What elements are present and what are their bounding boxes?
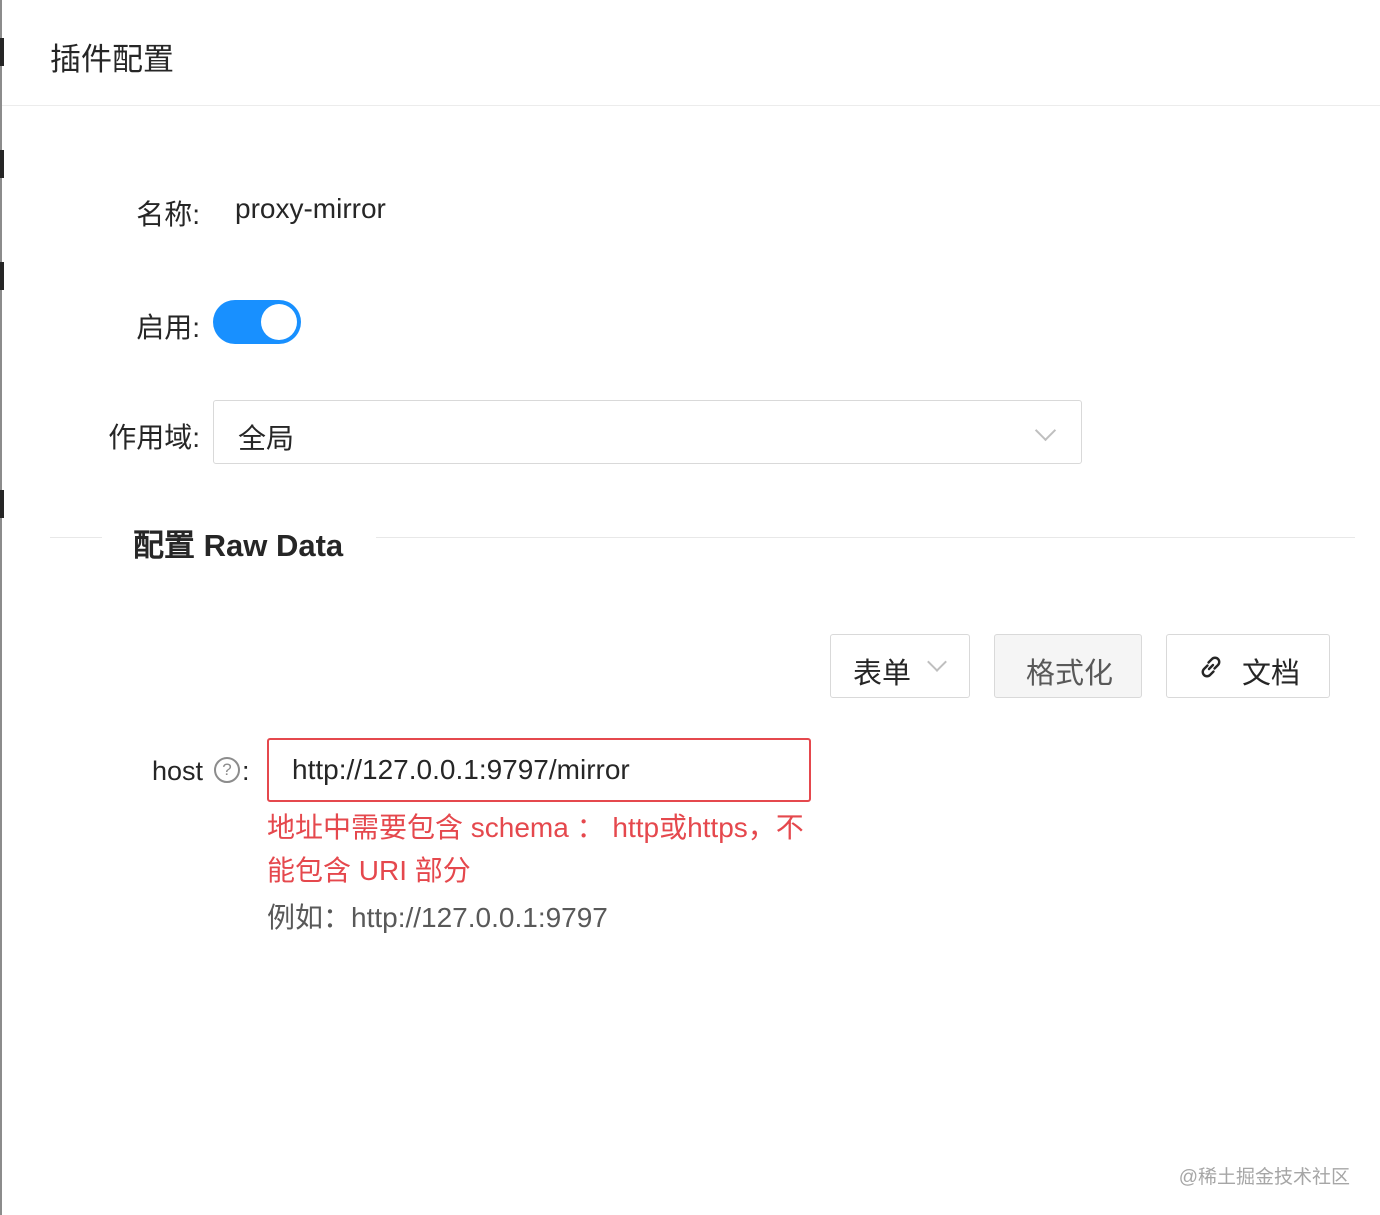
- background-edge-mark: [0, 262, 4, 290]
- drawer-title: 插件配置: [50, 42, 174, 77]
- format-button[interactable]: 格式化: [994, 634, 1142, 698]
- docs-button[interactable]: 文档: [1166, 634, 1330, 698]
- enable-label-row: 启用:: [136, 312, 200, 343]
- mode-button-label: 表单: [853, 658, 912, 690]
- question-circle-icon[interactable]: ?: [214, 757, 240, 783]
- host-label-colon: :: [242, 756, 250, 786]
- host-input[interactable]: [267, 738, 811, 802]
- link-icon: [1201, 656, 1221, 678]
- section-divider-left: [50, 537, 102, 538]
- mode-select-button[interactable]: 表单: [830, 634, 970, 698]
- name-label-row: 名称:: [136, 199, 200, 230]
- docs-button-label: 文档: [1242, 658, 1301, 690]
- switch-knob: [261, 304, 297, 340]
- host-label: host: [152, 756, 204, 786]
- chevron-down-icon: [927, 652, 947, 672]
- enable-switch[interactable]: [213, 300, 301, 344]
- host-example-hint: 例如：http://127.0.0.1:9797: [267, 902, 608, 933]
- watermark: @稀土掘金技术社区: [1178, 1167, 1350, 1188]
- plugin-name-value: proxy-mirror: [235, 193, 386, 224]
- window-left-edge: [0, 0, 2, 1215]
- scope-select[interactable]: 全局: [213, 400, 1082, 464]
- scope-label-row: 作用域:: [108, 422, 200, 453]
- host-error-message: 地址中需要包含 schema ： http或https，不能包含 URI 部分: [267, 812, 804, 886]
- scope-label: 作用域: [108, 422, 193, 453]
- section-divider-right: [376, 537, 1355, 538]
- scope-select-value: 全局: [238, 423, 295, 454]
- enable-label: 启用: [136, 312, 193, 343]
- section-title: 配置 Raw Data: [133, 528, 344, 563]
- background-edge-mark: [0, 150, 4, 178]
- name-label: 名称: [136, 199, 193, 230]
- format-button-label: 格式化: [1026, 658, 1114, 690]
- background-edge-mark: [0, 490, 4, 518]
- chevron-down-icon: [1034, 419, 1057, 442]
- drawer-header: 插件配置: [2, 0, 1380, 106]
